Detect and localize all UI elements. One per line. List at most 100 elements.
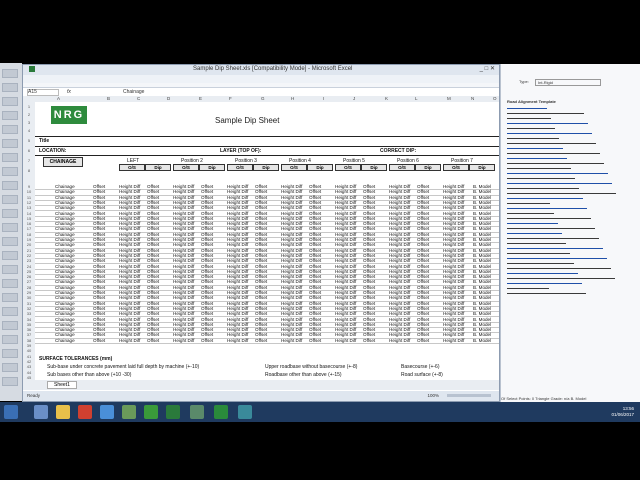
row-header[interactable]: 32 — [23, 306, 35, 311]
pane-list-item[interactable] — [507, 243, 566, 244]
height-diff-cell[interactable]: Height Diff — [119, 338, 140, 343]
tool-button[interactable] — [2, 139, 18, 148]
offset-cell[interactable]: Offset — [309, 338, 321, 343]
row-header[interactable]: 11 — [23, 195, 35, 200]
tool-button[interactable] — [2, 153, 18, 162]
pane-list-item[interactable] — [507, 153, 600, 154]
pane-list-item[interactable] — [507, 253, 570, 254]
name-box[interactable]: A15 — [27, 89, 59, 96]
row-header[interactable]: 20 — [23, 242, 35, 247]
column-header[interactable]: M — [447, 96, 451, 101]
row-header[interactable]: 33 — [23, 311, 35, 316]
worksheet[interactable]: NRG Sample Dip Sheet Title LOCATION: LAY… — [35, 102, 499, 380]
tool-button[interactable] — [2, 349, 18, 358]
pane-list-item[interactable] — [507, 133, 592, 134]
pane-list-item[interactable] — [507, 288, 549, 289]
tool-button[interactable] — [2, 251, 18, 260]
offset-cell[interactable]: Offset — [93, 338, 105, 343]
pane-list-item[interactable] — [507, 268, 611, 269]
row-header[interactable]: 16 — [23, 221, 35, 226]
pane-list-item[interactable] — [507, 248, 603, 249]
tool-button[interactable] — [2, 181, 18, 190]
column-header[interactable]: E — [199, 96, 202, 101]
taskbar-app-icon[interactable] — [238, 405, 252, 419]
tool-button[interactable] — [2, 237, 18, 246]
taskbar-app-icon[interactable] — [144, 405, 158, 419]
row-header[interactable]: 30 — [23, 295, 35, 300]
column-header[interactable]: B — [107, 96, 110, 101]
column-header[interactable]: D — [167, 96, 170, 101]
row-header[interactable]: 44 — [23, 370, 35, 375]
row-header[interactable]: 23 — [23, 258, 35, 263]
height-diff-cell[interactable]: Height Diff — [443, 338, 464, 343]
pane-list-item[interactable] — [507, 163, 604, 164]
row-header[interactable]: 25 — [23, 269, 35, 274]
pane-list-item[interactable] — [507, 293, 586, 294]
model-cell[interactable]: B. Model — [473, 338, 491, 343]
window-controls[interactable]: _ □ ✕ — [480, 65, 495, 72]
taskbar-chrome-icon[interactable] — [78, 405, 92, 419]
type-dropdown[interactable]: Int-Rigid — [535, 79, 601, 86]
row-header[interactable]: 7 — [23, 158, 35, 163]
row-header[interactable]: 9 — [23, 184, 35, 189]
pane-list-item[interactable] — [507, 218, 591, 219]
tool-button[interactable] — [2, 111, 18, 120]
row-header[interactable]: 17 — [23, 226, 35, 231]
tool-button[interactable] — [2, 125, 18, 134]
pane-list-item[interactable] — [507, 173, 608, 174]
pane-list-item[interactable] — [507, 188, 579, 189]
row-header[interactable]: 22 — [23, 253, 35, 258]
row-header[interactable]: 24 — [23, 264, 35, 269]
row-header[interactable]: 29 — [23, 290, 35, 295]
row-header[interactable]: 26 — [23, 274, 35, 279]
taskbar-app-icon[interactable] — [166, 405, 180, 419]
pane-list-item[interactable] — [507, 278, 615, 279]
tool-button[interactable] — [2, 321, 18, 330]
row-header[interactable]: 38 — [23, 338, 35, 343]
pane-list-item[interactable] — [507, 178, 575, 179]
column-header[interactable]: I — [323, 96, 324, 101]
pane-list-item[interactable] — [507, 108, 547, 109]
pane-list-item[interactable] — [507, 203, 550, 204]
tool-button[interactable] — [2, 265, 18, 274]
chainage-cell[interactable]: Chainage — [55, 338, 75, 343]
zoom-slider[interactable] — [447, 394, 491, 397]
tool-button[interactable] — [2, 167, 18, 176]
column-header[interactable]: G — [261, 96, 265, 101]
pane-list-item[interactable] — [507, 128, 555, 129]
pane-list-item[interactable] — [507, 168, 571, 169]
height-diff-cell[interactable]: Height Diff — [389, 338, 410, 343]
taskbar-explorer-icon[interactable] — [34, 405, 48, 419]
taskbar-excel-icon[interactable] — [214, 405, 228, 419]
column-header[interactable]: A — [57, 96, 60, 101]
pane-list-item[interactable] — [507, 158, 567, 159]
zoom-level[interactable]: 100% — [427, 393, 439, 398]
height-diff-cell[interactable]: Height Diff — [173, 338, 194, 343]
fx-icon[interactable]: fx — [67, 89, 71, 95]
offset-cell[interactable]: Offset — [417, 338, 429, 343]
row-header[interactable]: 18 — [23, 232, 35, 237]
column-header[interactable]: N — [471, 96, 474, 101]
formula-input[interactable]: Chainage — [123, 89, 144, 95]
row-header[interactable]: 34 — [23, 317, 35, 322]
row-header[interactable]: 40 — [23, 348, 35, 353]
row-header[interactable]: 42 — [23, 359, 35, 364]
pane-list-item[interactable] — [507, 113, 584, 114]
row-header[interactable]: 15 — [23, 216, 35, 221]
tool-button[interactable] — [2, 293, 18, 302]
column-header[interactable]: C — [137, 96, 140, 101]
pane-list-item[interactable] — [507, 263, 574, 264]
row-header[interactable]: 12 — [23, 200, 35, 205]
row-header[interactable]: 8 — [23, 168, 35, 173]
tool-button[interactable] — [2, 195, 18, 204]
pane-list-item[interactable] — [507, 223, 558, 224]
pane-list-item[interactable] — [507, 143, 596, 144]
row-header[interactable]: 37 — [23, 332, 35, 337]
row-header[interactable]: 41 — [23, 354, 35, 359]
column-header[interactable]: L — [415, 96, 418, 101]
tool-button[interactable] — [2, 307, 18, 316]
row-header[interactable]: 21 — [23, 248, 35, 253]
row-header[interactable]: 39 — [23, 343, 35, 348]
column-header[interactable]: J — [353, 96, 355, 101]
pane-list-item[interactable] — [507, 193, 616, 194]
